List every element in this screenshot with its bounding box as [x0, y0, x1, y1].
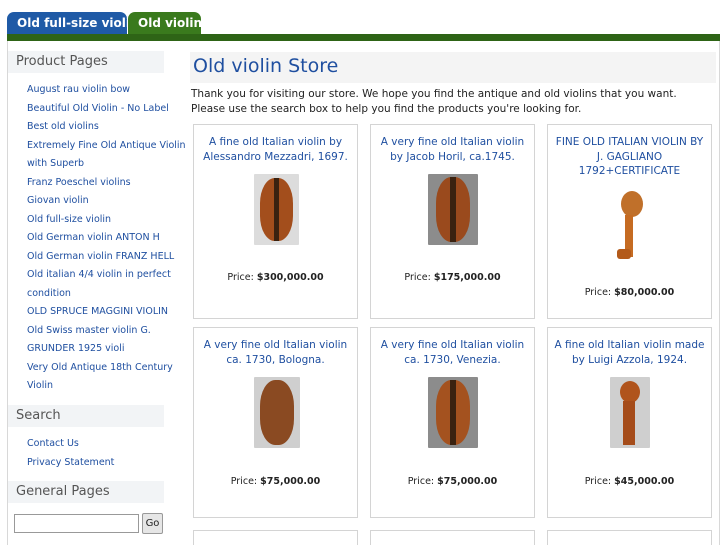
tab-old-full-size-violin[interactable]: Old full-size violin — [7, 12, 139, 35]
product-title[interactable]: A very fine old Italian violin ca. 1730,… — [200, 338, 351, 367]
product-image[interactable] — [613, 187, 653, 262]
price-value: $300,000.00 — [256, 272, 324, 283]
product-price: Price: $45,000.00 — [548, 476, 711, 487]
product-price: Price: $175,000.00 — [371, 272, 534, 283]
price-value: $75,000.00 — [260, 476, 321, 487]
general-pages-heading: General Pages — [8, 481, 164, 503]
price-label: Price: — [230, 476, 258, 487]
product-card[interactable] — [547, 530, 712, 545]
product-image[interactable] — [610, 377, 650, 448]
product-card[interactable] — [370, 530, 535, 545]
price-label: Price: — [404, 272, 431, 283]
sidebar-link[interactable]: Extremely Fine Old Antique Violin — [27, 137, 186, 156]
product-title[interactable]: FINE OLD ITALIAN VIOLIN BY J. GAGLIANO 1… — [554, 135, 705, 179]
page-title: Old violin Store — [193, 55, 339, 77]
intro-text: Thank you for visiting our store. We hop… — [191, 88, 677, 115]
product-price: Price: $75,000.00 — [371, 476, 534, 487]
sidebar-link[interactable]: Franz Poeschel violins — [27, 174, 177, 193]
price-label: Price: — [227, 272, 254, 283]
product-price: Price: $80,000.00 — [548, 287, 711, 298]
price-label: Price: — [584, 287, 612, 298]
sidebar-link[interactable]: OLD SPRUCE MAGGINI VIOLIN — [27, 303, 177, 322]
product-card[interactable]: A fine old Italian violin by Alessandro … — [193, 124, 358, 319]
product-card[interactable] — [193, 530, 358, 545]
sidebar-link[interactable]: Old Swiss master violin G. — [27, 322, 177, 341]
product-card[interactable]: FINE OLD ITALIAN VIOLIN BY J. GAGLIANO 1… — [547, 124, 712, 319]
search-heading: Search — [8, 405, 164, 427]
tab-old-violin[interactable]: Old violin — [128, 12, 202, 35]
sidebar-link[interactable]: Old full-size violin — [27, 211, 177, 230]
contact-us-link[interactable]: Contact Us — [27, 435, 177, 454]
price-value: $75,000.00 — [437, 476, 498, 487]
product-card[interactable]: A very fine old Italian violin ca. 1730,… — [370, 327, 535, 518]
sidebar-link[interactable]: GRUNDER 1925 violi — [27, 340, 177, 359]
sidebar-link[interactable]: Best old violins — [27, 118, 177, 137]
product-title[interactable]: A very fine old Italian violin ca. 1730,… — [377, 338, 528, 367]
sidebar-link[interactable]: August rau violin bow — [27, 81, 177, 100]
product-price: Price: $300,000.00 — [194, 272, 357, 283]
product-card[interactable]: A fine old Italian violin made by Luigi … — [547, 327, 712, 518]
top-bar — [7, 34, 720, 41]
sidebar-link[interactable]: Violin — [27, 377, 177, 396]
product-image[interactable] — [254, 174, 299, 245]
sidebar-link[interactable]: Old italian 4/4 violin in perfect — [27, 266, 177, 285]
product-card[interactable]: A very fine old Italian violin ca. 1730,… — [193, 327, 358, 518]
sidebar-link[interactable]: Old German violin FRANZ HELL — [27, 248, 177, 267]
price-label: Price: — [584, 476, 612, 487]
product-title[interactable]: A fine old Italian violin by Alessandro … — [200, 135, 351, 164]
product-price: Price: $75,000.00 — [194, 476, 357, 487]
search-input[interactable] — [14, 514, 139, 533]
top-tabs: Old full-size violin Old violin — [7, 12, 202, 35]
price-value: $45,000.00 — [614, 476, 675, 487]
sidebar-link[interactable]: with Superb — [27, 155, 177, 174]
sidebar-link[interactable]: Giovan violin — [27, 192, 177, 211]
product-title[interactable]: A fine old Italian violin made by Luigi … — [554, 338, 705, 367]
search-links: Contact Us Privacy Statement — [27, 435, 177, 472]
sidebar-link[interactable]: Beautiful Old Violin - No Label — [27, 100, 177, 119]
product-pages-heading: Product Pages — [8, 51, 164, 73]
product-image[interactable] — [428, 174, 478, 245]
sidebar-link[interactable]: Old German violin ANTON H — [27, 229, 177, 248]
go-button[interactable]: Go — [142, 513, 163, 534]
privacy-statement-link[interactable]: Privacy Statement — [27, 454, 177, 473]
product-card[interactable]: A very fine old Italian violin by Jacob … — [370, 124, 535, 319]
price-label: Price: — [407, 476, 435, 487]
sidebar-link[interactable]: condition — [27, 285, 177, 304]
price-value: $80,000.00 — [614, 287, 675, 298]
product-title[interactable]: A very fine old Italian violin by Jacob … — [377, 135, 528, 164]
price-value: $175,000.00 — [433, 272, 501, 283]
product-image[interactable] — [254, 377, 300, 448]
product-image[interactable] — [428, 377, 478, 448]
sidebar-link[interactable]: Very Old Antique 18th Century — [27, 359, 177, 378]
product-links: August rau violin bow Beautiful Old Viol… — [27, 81, 186, 396]
